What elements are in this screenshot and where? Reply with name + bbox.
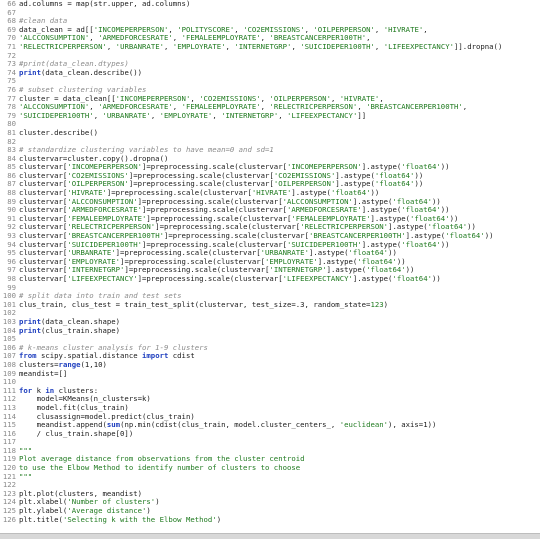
code-token: import	[142, 351, 169, 361]
code-token: 'BREASTCANCERPER100TH'	[366, 102, 463, 112]
code-line[interactable]: 108 clusters=range(1,10)	[0, 359, 540, 370]
code-token: ].astype(	[352, 274, 393, 283]
code-token: ]]	[357, 110, 367, 120]
code-line[interactable]: 98 clustervar['LIFEEXPECTANCY']=preproces…	[0, 274, 540, 284]
code-token: (1,10)	[80, 359, 107, 369]
code-token: 'SUICIDEPER100TH'	[300, 41, 375, 51]
code-token: (np.min(cdist(clus_train, model.cluster_…	[120, 420, 340, 430]
code-token: ad.columns = map(str.upper, ad.columns)	[19, 0, 191, 8]
code-token: )	[383, 299, 389, 309]
code-token: ,	[278, 110, 288, 120]
code-token: 'float64'	[374, 179, 415, 189]
code-text[interactable]	[19, 438, 540, 447]
code-line[interactable]: 74 print(data_clean.describe())	[0, 67, 540, 78]
code-token: cdist	[168, 351, 195, 361]
code-token: 'INTERNETGRP'	[221, 110, 279, 120]
code-token: """	[19, 471, 33, 481]
code-token: (data_clean.describe())	[40, 67, 143, 77]
code-line[interactable]: 116 / clus_train.shape[0])	[0, 428, 540, 439]
code-token: 'euclidean'	[339, 420, 389, 430]
code-token: ))	[432, 274, 441, 283]
code-token: 'Selecting k with the Elbow Method'	[62, 514, 217, 524]
code-text[interactable]	[19, 9, 540, 18]
code-token: 'EMPLOYRATE'	[159, 110, 213, 120]
code-token: 'INTERNETGRP'	[234, 41, 292, 51]
code-text[interactable]: 'SUICIDEPER100TH', 'URBANRATE', 'EMPLOYR…	[19, 110, 540, 121]
code-token: ,	[462, 102, 468, 112]
code-token: 'float64'	[392, 274, 432, 283]
code-token: 'LIFEEXPECTANCY'	[282, 274, 353, 283]
code-token: ))	[414, 179, 424, 189]
code-token: ,	[374, 41, 384, 51]
code-token: ,	[423, 24, 428, 34]
code-token: (clus_train.shape)	[40, 325, 121, 335]
code-token: ]].dropna()	[454, 41, 503, 51]
code-line[interactable]: 71 'RELECTRICPERPERSON', 'URBANRATE', 'EM…	[0, 41, 540, 52]
code-token: ,	[212, 110, 222, 120]
code-token: )	[155, 497, 160, 507]
code-line[interactable]: 101 clus_train, clus_test = train_test_sp…	[0, 299, 540, 310]
code-editor[interactable]: 66 ad.columns = map(str.upper, ad.columns…	[0, 0, 540, 539]
code-token: clus_train, clus_test = train_test_split…	[19, 299, 371, 309]
code-line[interactable]: 79 'SUICIDEPER100TH', 'URBANRATE', 'EMPLO…	[0, 110, 540, 121]
code-token: ))	[440, 239, 450, 249]
code-token: ,	[164, 41, 173, 51]
code-token: meandist=[]	[19, 368, 68, 378]
code-token: 'LIFEEXPECTANCY'	[67, 274, 138, 283]
code-text[interactable]: cluster.describe()	[19, 127, 540, 138]
code-token: 'SUICIDEPER100TH'	[19, 110, 94, 120]
code-token: to use the Elbow Method to identify numb…	[19, 463, 301, 473]
code-text[interactable]: print(clus_train.shape)	[19, 325, 540, 336]
code-token: 'LIFEEXPECTANCY'	[287, 110, 358, 120]
code-token: / clus_train.shape[0])	[19, 428, 134, 438]
code-token: ,	[291, 41, 301, 51]
code-token: 'RELECTRICPERPERSON'	[19, 41, 107, 51]
code-token: print	[19, 67, 41, 77]
code-token: ))	[440, 162, 450, 172]
line-number: 126	[2, 514, 16, 524]
code-text[interactable]: clus_train, clus_test = train_test_split…	[19, 299, 540, 310]
code-token: ,	[225, 41, 235, 51]
horizontal-scrollbar[interactable]	[0, 533, 540, 539]
code-text[interactable]: meandist=[]	[19, 368, 540, 379]
code-token: 123	[370, 299, 384, 309]
code-line[interactable]: 66 ad.columns = map(str.upper, ad.columns…	[0, 0, 540, 9]
code-text[interactable]: clusters=range(1,10)	[19, 359, 540, 370]
code-text[interactable]: """	[19, 471, 540, 482]
code-text[interactable]: plt.title('Selecting k with the Elbow Me…	[19, 514, 540, 525]
code-line[interactable]: 120 to use the Elbow Method to identify n…	[0, 463, 540, 473]
code-text[interactable]: to use the Elbow Method to identify numb…	[19, 463, 540, 473]
code-line[interactable]: 109 meandist=[]	[0, 368, 540, 379]
code-line[interactable]: 117	[0, 438, 540, 447]
code-token: 'EMPLOYRATE'	[172, 41, 226, 51]
code-token: ), axis=1))	[388, 420, 437, 430]
code-line[interactable]: 121 """	[0, 471, 540, 482]
code-text[interactable]: print(data_clean.describe())	[19, 67, 540, 78]
code-text[interactable]: 'RELECTRICPERPERSON', 'URBANRATE', 'EMPL…	[19, 41, 540, 52]
code-text[interactable]: clustervar['LIFEEXPECTANCY']=preprocessi…	[19, 274, 540, 284]
code-token: clustervar[	[19, 274, 68, 283]
code-token: 'URBANRATE'	[115, 41, 164, 51]
code-token: cluster.describe()	[19, 127, 99, 137]
code-token: ,	[150, 110, 160, 120]
code-token: ,	[106, 41, 116, 51]
code-text[interactable]: / clus_train.shape[0])	[19, 428, 540, 439]
code-token: ))	[484, 231, 494, 241]
code-token: 'URBANRATE'	[102, 110, 151, 120]
code-line[interactable]: 67	[0, 8, 540, 18]
code-token: )	[216, 514, 222, 524]
code-token: ,	[374, 24, 384, 34]
code-line[interactable]: 126 plt.title('Selecting k with the Elbow…	[0, 514, 540, 525]
code-line[interactable]: 81 cluster.describe()	[0, 127, 540, 138]
code-token: 'HIVRATE'	[383, 24, 424, 34]
code-token: 'float64'	[401, 239, 441, 249]
code-line[interactable]: 104 print(clus_train.shape)	[0, 325, 540, 336]
code-token: 'float64'	[445, 231, 485, 241]
code-token: ]=preprocessing.scale(clustervar[	[137, 274, 283, 283]
code-token: 'LIFEEXPECTANCY'	[383, 41, 455, 51]
code-token: print	[19, 325, 41, 335]
code-token: plt.title(	[19, 514, 63, 524]
code-text[interactable]: ad.columns = map(str.upper, ad.columns)	[19, 0, 540, 9]
